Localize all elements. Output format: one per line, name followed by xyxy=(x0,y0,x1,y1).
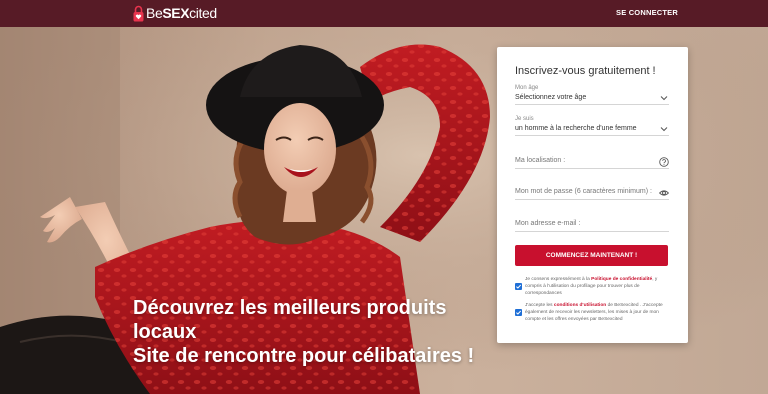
password-placeholder: Mon mot de passe (6 caractères minimum) … xyxy=(515,188,652,195)
headline-line-2: locaux xyxy=(133,321,197,343)
question-circle-icon[interactable] xyxy=(659,154,669,167)
identity-label: Je suis xyxy=(515,116,534,122)
privacy-policy-link[interactable]: Politique de confidentialité xyxy=(591,277,652,282)
headline-line-1: Découvrez les meilleurs produits xyxy=(133,297,447,319)
chevron-down-icon xyxy=(659,121,669,132)
email-input[interactable]: Mon adresse e-mail : xyxy=(515,220,669,232)
submit-button[interactable]: COMMENCEZ MAINTENANT ! xyxy=(515,245,668,266)
terms-link[interactable]: conditions d'utilisation xyxy=(554,303,606,308)
location-input[interactable]: Ma localisation : xyxy=(515,157,669,169)
age-select[interactable]: Mon âge Sélectionnez votre âge xyxy=(515,85,669,105)
hero-headline: Découvrez les meilleurs produits locaux … xyxy=(133,296,513,368)
identity-select[interactable]: Je suis un homme à la recherche d'une fe… xyxy=(515,116,669,136)
eye-icon[interactable] xyxy=(658,185,670,196)
email-placeholder: Mon adresse e-mail : xyxy=(515,220,581,227)
age-value: Sélectionnez votre âge xyxy=(515,94,587,101)
lock-heart-icon xyxy=(133,5,144,22)
identity-value: un homme à la recherche d'une femme xyxy=(515,125,637,132)
password-input[interactable]: Mon mot de passe (6 caractères minimum) … xyxy=(515,185,670,200)
terms-consent-text: J'accepte les conditions d'utilisation d… xyxy=(525,303,663,322)
privacy-consent-text: Je consens expressément à la Politique d… xyxy=(525,277,658,296)
chevron-down-icon xyxy=(659,90,669,101)
top-bar: BeSEXcited SE CONNECTER xyxy=(0,0,768,27)
privacy-consent-checkbox[interactable] xyxy=(515,283,522,290)
signup-card: Inscrivez-vous gratuitement ! Mon âge Sé… xyxy=(497,47,688,343)
signup-title: Inscrivez-vous gratuitement ! xyxy=(515,65,656,77)
logo[interactable]: BeSEXcited xyxy=(133,3,217,23)
headline-line-3: Site de rencontre pour célibataires ! xyxy=(133,345,475,367)
location-placeholder: Ma localisation : xyxy=(515,157,566,164)
age-label: Mon âge xyxy=(515,85,539,91)
logo-text: BeSEXcited xyxy=(146,5,217,21)
login-link[interactable]: SE CONNECTER xyxy=(616,8,678,17)
terms-consent-checkbox[interactable] xyxy=(515,309,522,316)
